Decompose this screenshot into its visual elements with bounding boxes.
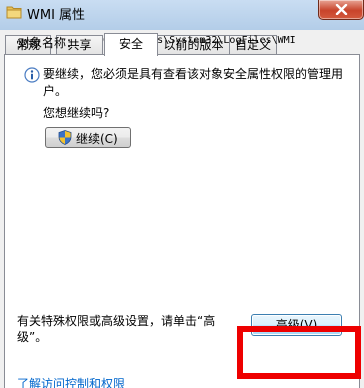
- properties-window: WMI 属性 常规 共享 安全 以前的版本 自定义 对象名称： C:\Windo…: [0, 0, 364, 388]
- tab-security[interactable]: 安全: [104, 33, 158, 56]
- learn-access-control-link[interactable]: 了解访问控制和权限: [17, 375, 125, 388]
- uac-shield-icon: [58, 130, 72, 145]
- continue-button-label: 继续(C): [76, 132, 118, 146]
- advanced-button[interactable]: 高级(V): [251, 314, 342, 336]
- title-bar[interactable]: WMI 属性: [0, 0, 364, 30]
- continue-question: 您想继续吗?: [43, 106, 110, 120]
- special-permissions-text: 有关特殊权限或高级设置，请单击“高级”。: [17, 314, 216, 344]
- folder-icon: [6, 5, 22, 19]
- close-icon: [335, 4, 348, 15]
- close-button[interactable]: [318, 0, 364, 20]
- object-name-label: 对象名称：: [18, 36, 79, 50]
- info-icon: [24, 67, 40, 83]
- info-message: 要继续，您必须是具有查看该对象安全属性权限的管理用户。: [43, 67, 344, 98]
- window-title: WMI 属性: [27, 8, 86, 23]
- continue-button[interactable]: 继续(C): [45, 127, 131, 148]
